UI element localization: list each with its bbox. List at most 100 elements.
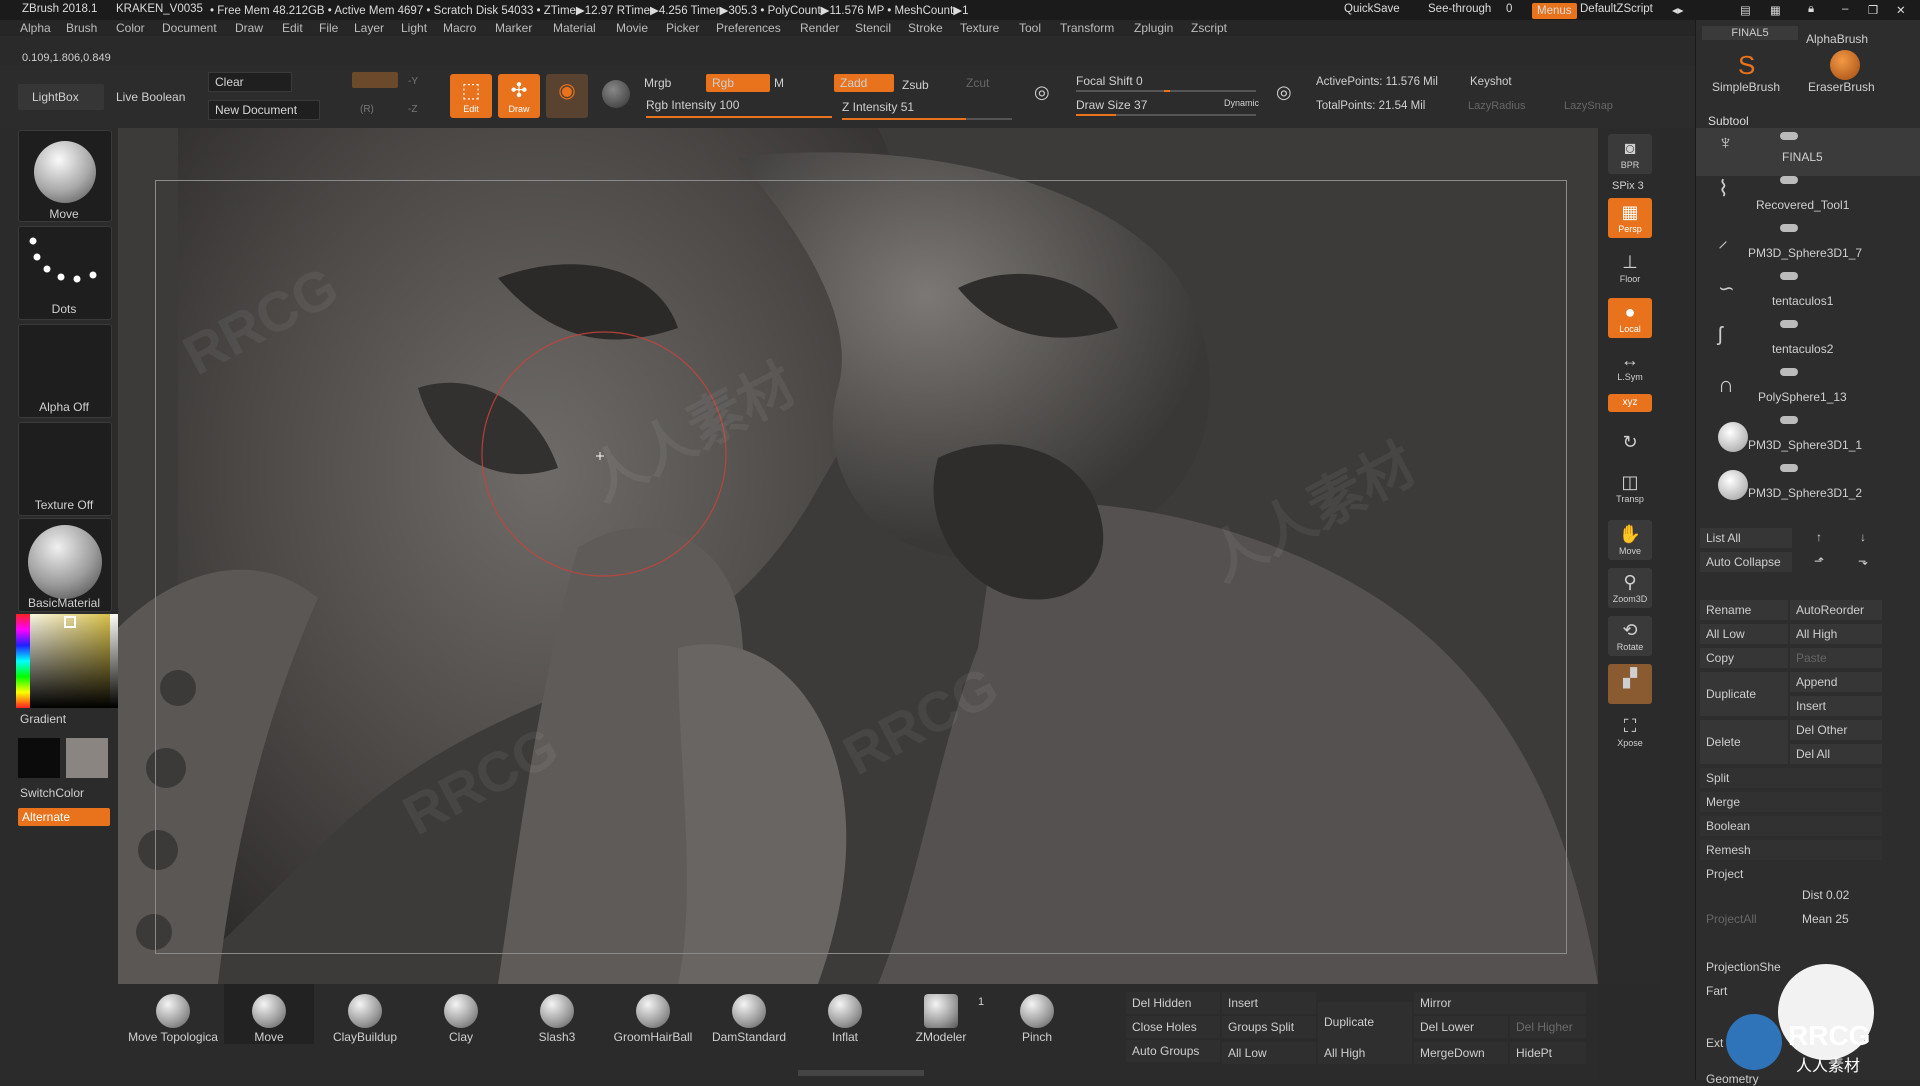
menu-tool[interactable]: Tool <box>1019 21 1041 35</box>
lock-icon[interactable]: 🔒︎ <box>1808 3 1814 16</box>
farthest-button[interactable]: Fart <box>1706 984 1727 998</box>
tool-name-tab[interactable]: FINAL5 <box>1702 26 1798 40</box>
see-through-slider[interactable]: See-through <box>1428 3 1491 15</box>
subtool-header[interactable]: Subtool <box>1708 114 1749 128</box>
rgb-intensity-slider[interactable]: Rgb Intensity 100 <box>646 98 739 112</box>
brush-pinch[interactable]: Pinch <box>992 984 1082 1044</box>
polyframe-button[interactable]: ▞ <box>1608 664 1652 704</box>
menu-macro[interactable]: Macro <box>443 21 476 35</box>
menu-light[interactable]: Light <box>401 21 427 35</box>
xyz-button[interactable]: xyz <box>1608 394 1652 412</box>
rename-button[interactable]: Rename <box>1700 600 1788 620</box>
arrows-icon[interactable]: ◂▸ <box>1672 3 1684 17</box>
quicksave-button[interactable]: QuickSave <box>1344 3 1400 15</box>
draw-size-icon[interactable]: ◎ <box>1276 82 1292 103</box>
insert-mesh-button[interactable]: Insert <box>1222 992 1316 1014</box>
del-lower-button[interactable]: Del Lower <box>1414 1016 1508 1038</box>
zadd-toggle[interactable]: Zadd <box>834 74 894 92</box>
live-boolean-button[interactable]: Live Boolean <box>116 90 185 104</box>
del-hidden-button[interactable]: Del Hidden <box>1126 992 1220 1014</box>
subtool-item[interactable]: ⌇ Recovered_Tool1 <box>1696 176 1920 224</box>
switch-color-button[interactable]: SwitchColor <box>20 786 112 800</box>
default-zscript-button[interactable]: DefaultZScript <box>1580 3 1653 15</box>
visibility-toggle[interactable] <box>1780 368 1798 376</box>
bottom-shelf-scroll[interactable] <box>798 1070 924 1076</box>
xpose-button[interactable]: ⛶ Xpose <box>1608 712 1652 752</box>
append-button[interactable]: Append <box>1790 672 1882 692</box>
arrow-down-icon[interactable]: ↓ <box>1860 530 1866 544</box>
rgb-toggle[interactable]: Rgb <box>706 74 770 92</box>
remesh-section[interactable]: Remesh <box>1700 840 1882 860</box>
auto-collapse-button[interactable]: Auto Collapse <box>1700 552 1792 572</box>
y-axis-toggle[interactable] <box>352 72 398 88</box>
menu-texture[interactable]: Texture <box>960 21 999 35</box>
dist-slider[interactable]: Dist 0.02 <box>1802 888 1849 902</box>
focal-shift-icon[interactable]: ◎ <box>1034 82 1050 103</box>
mean-slider[interactable]: Mean 25 <box>1802 912 1849 926</box>
visibility-toggle[interactable] <box>1780 132 1798 140</box>
lazy-snap-slider[interactable]: LazySnap <box>1564 100 1613 112</box>
color-picker-handle[interactable] <box>64 616 76 628</box>
z-intensity-slider[interactable]: Z Intensity 51 <box>842 100 914 114</box>
projection-shell-slider[interactable]: ProjectionShe <box>1706 960 1781 974</box>
boolean-section[interactable]: Boolean <box>1700 816 1882 836</box>
draw-mode-button[interactable]: ✣ Draw <box>498 74 540 118</box>
move-down-icon[interactable]: ⬎ <box>1858 554 1868 568</box>
main-color-swatch[interactable] <box>66 738 108 778</box>
subtool-item[interactable]: PM3D_Sphere3D1_2 <box>1696 464 1920 512</box>
zcut-toggle[interactable]: Zcut <box>966 76 989 90</box>
secondary-color-swatch[interactable] <box>18 738 60 778</box>
paste-button[interactable]: Paste <box>1790 648 1882 668</box>
split-section[interactable]: Split <box>1700 768 1882 788</box>
zsub-toggle[interactable]: Zsub <box>902 78 929 92</box>
layout-icon[interactable]: ▤ <box>1740 3 1751 17</box>
floor-button[interactable]: ⊥ Floor <box>1608 248 1652 288</box>
simple-brush-icon[interactable]: S <box>1738 50 1755 81</box>
new-document-button[interactable]: New Document <box>208 100 320 120</box>
edit-mode-button[interactable]: ⬚ Edit <box>450 74 492 118</box>
subtool-item[interactable]: ⸝ PM3D_Sphere3D1_7 <box>1696 224 1920 272</box>
minimize-icon[interactable]: – <box>1842 3 1848 15</box>
visibility-toggle[interactable] <box>1780 464 1798 472</box>
menu-layer[interactable]: Layer <box>354 21 384 35</box>
all-high-button[interactable]: All High <box>1790 624 1882 644</box>
m-toggle[interactable]: M <box>774 76 784 90</box>
menu-stencil[interactable]: Stencil <box>855 21 891 35</box>
subtool-item[interactable]: PM3D_Sphere3D1_1 <box>1696 416 1920 464</box>
local-button[interactable]: ● Local <box>1608 298 1652 338</box>
bpr-button[interactable]: ◙ BPR <box>1608 134 1652 174</box>
rotate-view-button[interactable]: ⟲ Rotate <box>1608 616 1652 656</box>
menu-draw[interactable]: Draw <box>235 21 263 35</box>
zoom3d-button[interactable]: ⚲ Zoom3D <box>1608 568 1652 608</box>
menu-file[interactable]: File <box>319 21 338 35</box>
eraser-brush-label[interactable]: EraserBrush <box>1808 80 1875 94</box>
menu-picker[interactable]: Picker <box>666 21 699 35</box>
extract-button[interactable]: Ext <box>1706 1036 1723 1050</box>
move-view-button[interactable]: ✋ Move <box>1608 520 1652 560</box>
move-mode-button[interactable]: ◉ <box>546 74 588 118</box>
visibility-toggle[interactable] <box>1780 416 1798 424</box>
menus-button[interactable]: Menus <box>1532 3 1577 19</box>
brush-damstandard[interactable]: DamStandard <box>704 984 794 1044</box>
restore-icon[interactable]: ❐ <box>1868 3 1878 17</box>
rotate-axis-icon[interactable]: ↻ <box>1608 428 1652 458</box>
spix-label[interactable]: SPix 3 <box>1612 180 1644 192</box>
merge-down-button[interactable]: MergeDown <box>1414 1042 1508 1064</box>
close-holes-button[interactable]: Close Holes <box>1126 1016 1220 1038</box>
geometry-section[interactable]: Geometry <box>1706 1072 1759 1086</box>
menu-transform[interactable]: Transform <box>1060 21 1114 35</box>
move-up-icon[interactable]: ⬏ <box>1814 554 1824 568</box>
menu-edit[interactable]: Edit <box>282 21 303 35</box>
draw-size-slider[interactable]: Draw Size 37 <box>1076 98 1147 112</box>
simple-brush-label[interactable]: SimpleBrush <box>1712 80 1780 94</box>
brush-groomhairball[interactable]: GroomHairBall <box>608 984 698 1044</box>
brush-claybuildup[interactable]: ClayBuildup <box>320 984 410 1044</box>
duplicate-subtool-button[interactable]: Duplicate <box>1318 1002 1412 1042</box>
clear-button[interactable]: Clear <box>208 72 292 92</box>
mrgb-toggle[interactable]: Mrgb <box>644 76 671 90</box>
copy-button[interactable]: Copy <box>1700 648 1788 668</box>
color-picker[interactable] <box>16 614 120 708</box>
insert-button[interactable]: Insert <box>1790 696 1882 716</box>
hue-strip[interactable] <box>16 614 30 708</box>
subtool-item[interactable]: ʃ tentaculos2 <box>1696 320 1920 368</box>
